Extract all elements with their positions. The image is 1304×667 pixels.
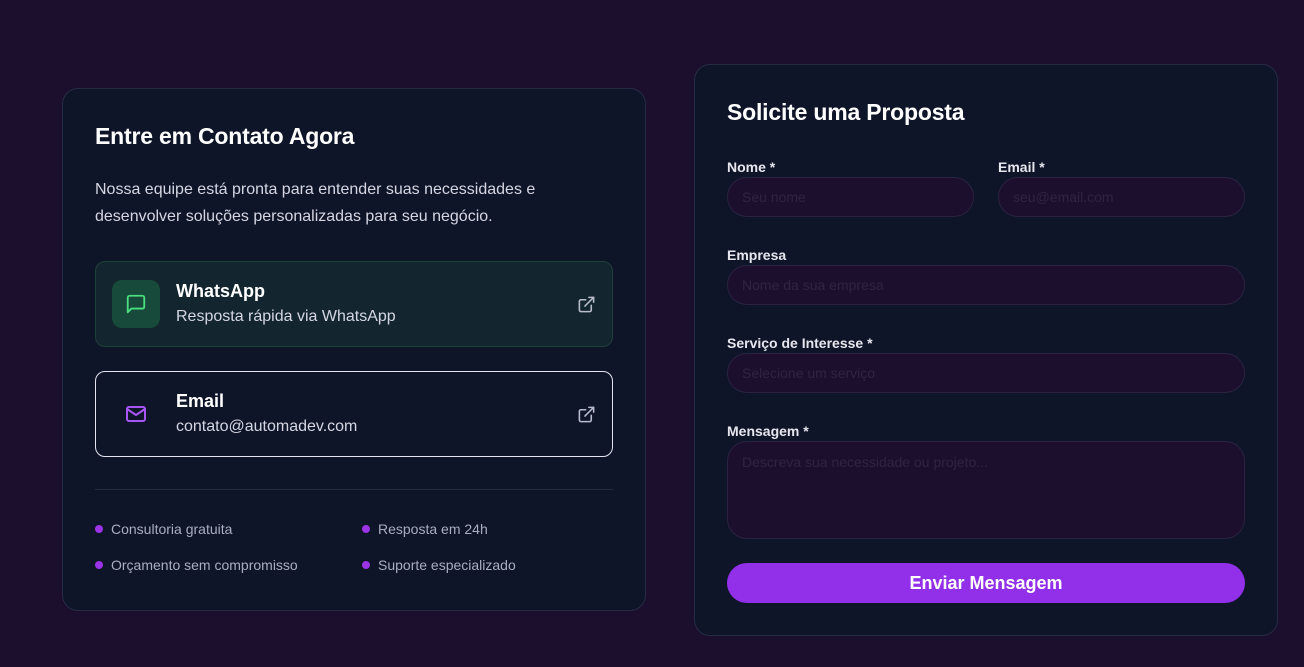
external-link-icon[interactable] xyxy=(576,404,596,424)
email-label: Email * xyxy=(998,159,1045,175)
email-input[interactable] xyxy=(998,177,1245,217)
feature-label: Consultoria gratuita xyxy=(111,521,233,537)
empresa-input[interactable] xyxy=(727,265,1245,305)
contact-card: Entre em Contato Agora Nossa equipe está… xyxy=(62,88,646,611)
servico-select[interactable] xyxy=(727,353,1245,393)
email-title: Email xyxy=(176,391,225,411)
bullet-dot-icon xyxy=(95,525,103,533)
whatsapp-contact-card[interactable]: WhatsApp Resposta rápida via WhatsApp xyxy=(95,261,613,347)
proposal-form-card: Solicite uma Proposta Nome * Email * Emp… xyxy=(694,64,1278,636)
email-contact-card[interactable]: Email contato@automadev.com xyxy=(95,371,613,457)
empresa-label: Empresa xyxy=(727,247,787,263)
bullet-dot-icon xyxy=(362,525,370,533)
feature-item: Consultoria gratuita xyxy=(95,521,232,537)
divider xyxy=(95,489,613,490)
feature-label: Suporte especializado xyxy=(378,557,516,573)
form-title: Solicite uma Proposta xyxy=(727,99,965,125)
mail-icon xyxy=(112,390,160,438)
whatsapp-subtitle: Resposta rápida via WhatsApp xyxy=(176,308,396,325)
bullet-dot-icon xyxy=(95,561,103,569)
email-address: contato@automadev.com xyxy=(176,418,358,435)
feature-item: Suporte especializado xyxy=(362,557,516,573)
mensagem-textarea[interactable] xyxy=(727,441,1245,539)
feature-item: Resposta em 24h xyxy=(362,521,488,537)
mensagem-label: Mensagem * xyxy=(727,423,809,439)
send-message-button[interactable]: Enviar Mensagem xyxy=(727,563,1245,603)
nome-label: Nome * xyxy=(727,159,776,175)
feature-item: Orçamento sem compromisso xyxy=(95,557,298,573)
nome-input[interactable] xyxy=(727,177,974,217)
message-square-icon xyxy=(112,280,160,328)
feature-label: Resposta em 24h xyxy=(378,521,488,537)
bullet-dot-icon xyxy=(362,561,370,569)
contact-description: Nossa equipe está pronta para entender s… xyxy=(95,181,536,225)
feature-label: Orçamento sem compromisso xyxy=(111,557,298,573)
whatsapp-title: WhatsApp xyxy=(176,281,265,301)
servico-label: Serviço de Interesse * xyxy=(727,335,873,351)
contact-title: Entre em Contato Agora xyxy=(95,123,355,149)
external-link-icon[interactable] xyxy=(576,294,596,314)
